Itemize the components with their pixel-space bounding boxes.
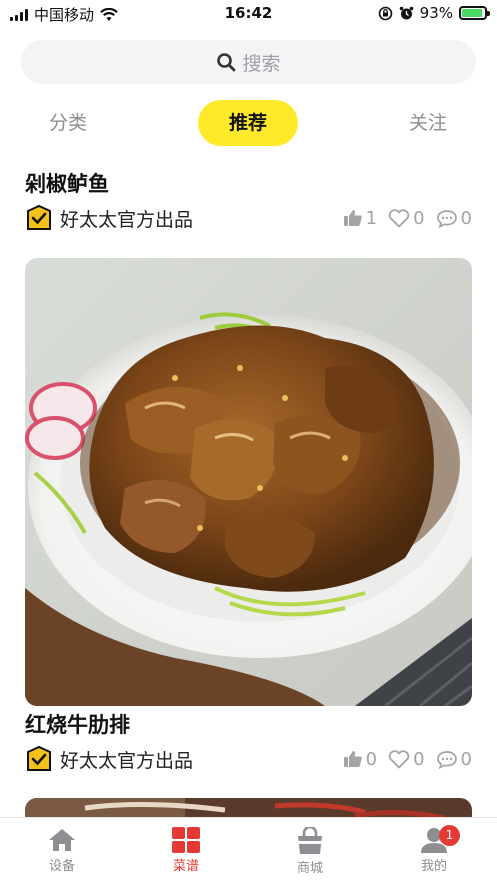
thumbs-up-icon — [343, 751, 362, 767]
nav-label: 设备 — [48, 859, 75, 874]
tab-recommend[interactable]: 推荐 — [198, 100, 298, 146]
brand-badge-icon — [27, 745, 51, 771]
favorite-count: 0 — [413, 207, 425, 229]
recipe-stats: 1 0 0 — [343, 208, 472, 229]
heart-icon — [388, 208, 410, 227]
recipe-stats: 0 0 0 — [343, 749, 472, 770]
nav-label: 商城 — [296, 861, 323, 876]
search-input[interactable]: 搜索 — [21, 40, 476, 84]
recipe-author[interactable]: 好太太官方出品 — [25, 745, 193, 773]
shopping-bag-icon — [298, 827, 322, 854]
like-button[interactable]: 1 — [343, 208, 377, 229]
comment-button[interactable]: 0 — [436, 208, 472, 229]
comment-icon — [436, 209, 457, 228]
like-count: 0 — [365, 748, 378, 770]
recipe-author[interactable]: 好太太官方出品 — [25, 204, 193, 232]
like-count: 1 — [365, 207, 378, 229]
like-button[interactable]: 0 — [343, 749, 377, 770]
battery-icon — [459, 6, 490, 20]
recipe-title[interactable]: 红烧牛肋排 — [25, 711, 472, 739]
favorite-button[interactable]: 0 — [388, 207, 425, 229]
recipe-meta: 好太太官方出品 1 0 0 — [25, 203, 472, 233]
favorite-count: 0 — [413, 748, 425, 770]
recipe-card[interactable]: 剁椒鲈鱼 好太太官方出品 1 0 0 — [25, 170, 472, 233]
battery-level — [462, 9, 483, 17]
beef-rib-dish-image — [25, 258, 472, 706]
battery-percent: 93% — [419, 4, 453, 22]
recipe-meta: 好太太官方出品 0 0 0 — [25, 744, 472, 774]
search-icon — [217, 53, 236, 72]
comment-count: 0 — [460, 207, 472, 229]
comment-icon — [436, 750, 457, 769]
recipe-title[interactable]: 剁椒鲈鱼 — [25, 170, 472, 198]
heart-icon — [388, 749, 410, 768]
comment-button[interactable]: 0 — [436, 749, 472, 770]
category-tabs: 分类 推荐 关注 — [0, 100, 497, 146]
search-placeholder: 搜索 — [242, 52, 281, 75]
bottom-nav: 设备 菜谱 商城 我的 1 — [0, 817, 497, 883]
author-name: 好太太官方出品 — [60, 749, 194, 772]
nav-item-me[interactable]: 我的 1 — [394, 825, 474, 874]
nav-item-mall[interactable]: 商城 — [270, 827, 350, 876]
nav-label: 菜谱 — [172, 859, 199, 874]
alarm-icon — [399, 6, 413, 19]
nav-label: 我的 — [420, 859, 447, 874]
status-bar: 中国移动 16:42 93% — [0, 0, 497, 26]
status-right: 93% — [378, 4, 490, 22]
orientation-lock-icon — [378, 6, 392, 20]
comment-count: 0 — [460, 748, 472, 770]
tab-category[interactable]: 分类 — [28, 100, 108, 146]
grid-icon — [172, 827, 200, 853]
home-icon — [49, 829, 75, 851]
brand-badge-icon — [27, 204, 51, 230]
tab-follow[interactable]: 关注 — [388, 100, 468, 146]
nav-item-recipes[interactable]: 菜谱 — [146, 827, 226, 874]
nav-item-device[interactable]: 设备 — [22, 827, 102, 874]
favorite-button[interactable]: 0 — [388, 748, 425, 770]
notification-badge: 1 — [439, 825, 460, 846]
thumbs-up-icon — [343, 210, 362, 226]
recipe-photo[interactable] — [25, 258, 472, 706]
recipe-card[interactable]: 红烧牛肋排 好太太官方出品 0 0 0 — [25, 711, 472, 774]
author-name: 好太太官方出品 — [60, 208, 194, 231]
